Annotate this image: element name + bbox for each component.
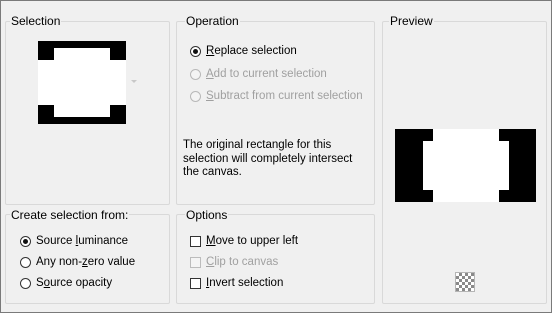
clip-to-canvas-label: Clip to canvas [206, 256, 279, 268]
chevron-down-icon[interactable] [131, 80, 137, 83]
checkbox-icon [190, 256, 201, 268]
add-to-selection-label: Add to current selection [206, 68, 327, 80]
invert-selection-checkbox[interactable]: Invert selection [190, 277, 283, 289]
subtract-from-selection-label: Subtract from current selection [206, 90, 363, 102]
radio-icon [20, 235, 31, 247]
source-opacity-radio[interactable]: Source opacity [20, 277, 112, 289]
preview-notch [499, 190, 509, 202]
info-line: selection will completely intersect [183, 152, 353, 165]
move-to-upper-left-checkbox[interactable]: Move to upper left [190, 235, 298, 247]
add-to-selection-radio[interactable]: Add to current selection [190, 68, 327, 80]
preview-group-title: Preview [389, 14, 434, 29]
create-selection-title: Create selection from: [10, 208, 130, 223]
bottom-bar [38, 117, 126, 124]
operation-group-title: Operation [185, 14, 240, 29]
source-luminance-label: Source luminance [36, 235, 129, 247]
preview-notch [499, 129, 509, 141]
radio-icon [190, 45, 201, 57]
checkbox-icon [190, 277, 201, 289]
selection-thumbnail[interactable] [38, 41, 126, 124]
any-non-zero-radio[interactable]: Any non-zero value [20, 256, 135, 268]
replace-selection-radio[interactable]: Replace selection [190, 45, 297, 57]
info-line: The original rectangle for this [183, 139, 332, 151]
radio-icon [190, 90, 201, 102]
clip-to-canvas-checkbox[interactable]: Clip to canvas [190, 256, 278, 268]
radio-icon [190, 68, 201, 80]
preview-image [395, 129, 536, 202]
replace-selection-label: Replace selection [206, 45, 297, 57]
source-luminance-radio[interactable]: Source luminance [20, 235, 128, 247]
top-bar [38, 41, 126, 48]
any-non-zero-label: Any non-zero value [36, 256, 136, 268]
preview-white-vertical [423, 129, 509, 202]
preview-notch [423, 129, 433, 141]
invert-selection-label: Invert selection [206, 277, 284, 289]
info-line: the canvas. [183, 166, 242, 178]
checkerboard-icon[interactable] [455, 272, 475, 292]
options-group-title: Options [185, 208, 229, 223]
intersect-info-text: The original rectangle for this selectio… [183, 139, 363, 180]
subtract-from-selection-radio[interactable]: Subtract from current selection [190, 90, 363, 102]
selection-group-title: Selection [10, 14, 62, 29]
checkbox-icon [190, 235, 201, 247]
source-opacity-label: Source opacity [36, 277, 113, 289]
radio-icon [20, 256, 31, 268]
preview-notch [423, 190, 433, 202]
move-to-upper-left-label: Move to upper left [206, 235, 299, 247]
radio-icon [20, 277, 31, 289]
